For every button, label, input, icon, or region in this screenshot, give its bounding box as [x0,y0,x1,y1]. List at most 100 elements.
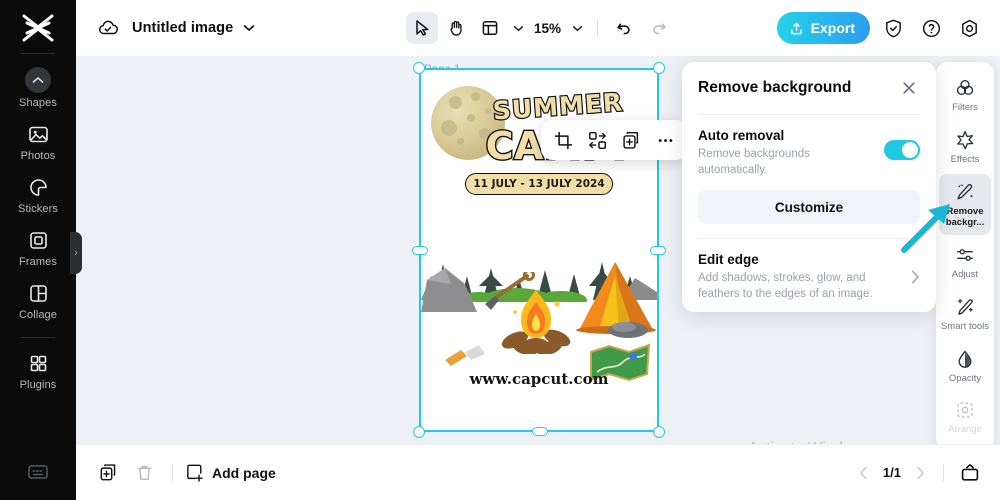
auto-removal-toggle[interactable] [884,140,920,160]
edit-edge-section[interactable]: Edit edge Add shadows, strokes, glow, an… [698,239,920,302]
toggle-knob [902,142,918,158]
sidebar-item-label: Smart tools [940,320,990,332]
upload-icon [789,21,804,36]
resize-handle-bottom-left[interactable] [413,426,425,438]
select-tool-button[interactable] [406,12,438,44]
layout-tool-button[interactable] [474,12,506,44]
auto-removal-description: Remove backgrounds automatically. [698,148,810,177]
auto-removal-title: Auto removal [698,128,785,143]
replace-icon[interactable] [581,124,613,156]
poster-date-badge: 11 JULY - 13 JULY 2024 [465,173,613,195]
sticker-icon [26,175,50,199]
panel-title: Remove background [698,79,852,96]
chevron-right-icon[interactable] [911,270,920,284]
resize-handle-middle-left[interactable] [412,246,428,255]
sidebar-item-adjust[interactable]: Adjust [939,237,991,287]
more-icon[interactable] [649,124,681,156]
layout-chevron-down-icon[interactable] [508,12,528,44]
auto-removal-section: Auto removal Remove backgrounds automati… [698,115,920,225]
export-button[interactable]: Export [776,12,870,44]
remove-background-icon [954,181,976,203]
sidebar-item-filters[interactable]: Filters [939,70,991,120]
panel-expand-tab[interactable]: › [70,232,82,274]
add-page-icon [185,463,204,482]
redo-button[interactable] [642,12,674,44]
bottom-left-group: Add page [92,457,276,489]
collage-icon [26,281,50,305]
undo-button[interactable] [608,12,640,44]
panel-header: Remove background [698,62,920,114]
capcut-logo[interactable] [20,13,56,43]
sidebar-item-label: Effects [950,153,980,165]
resize-handle-top-right[interactable] [653,62,665,74]
sidebar-item-smart-tools[interactable]: Smart tools [939,289,991,339]
sidebar-item-arrange[interactable]: Arrange [939,392,991,442]
crop-icon[interactable] [547,124,579,156]
duplicate-page-icon[interactable] [92,457,124,489]
add-page-button[interactable]: Add page [185,463,276,482]
sidebar-item-label: Collage [18,309,57,321]
plugins-icon [26,351,50,375]
sidebar-item-frames[interactable]: Frames [3,221,73,274]
customize-button[interactable]: Customize [698,190,920,225]
edit-edge-title: Edit edge [698,252,759,268]
filters-icon [954,77,976,99]
right-sidebar: Filters Effects Remove backgr... Adjust [936,62,994,450]
resize-handle-bottom-center[interactable] [532,427,548,436]
chevron-right-icon[interactable] [907,460,933,486]
bottom-divider [172,463,173,482]
effects-icon [954,129,976,151]
zoom-chevron-down-icon[interactable] [567,12,587,44]
opacity-icon [954,348,976,370]
settings-icon[interactable] [954,13,984,43]
toolbar-divider [597,19,599,37]
shield-check-icon[interactable] [878,13,908,43]
resize-handle-bottom-right[interactable] [653,426,665,438]
duplicate-icon[interactable] [615,124,647,156]
sidebar-item-shapes[interactable]: Shapes [3,60,73,115]
sidebar-divider-top [21,53,55,54]
cloud-check-icon[interactable] [96,16,120,40]
sidebar-item-label: Frames [19,256,57,268]
poster-website: www.capcut.com [469,370,609,388]
hand-tool-button[interactable] [440,12,472,44]
bottom-right-group: 1/1 [851,457,986,489]
top-toolbar: Untitled image 15% Export [76,0,1000,56]
sidebar-item-effects[interactable]: Effects [939,122,991,172]
fit-screen-icon[interactable] [954,457,986,489]
flashlight-graphic [445,345,485,366]
sidebar-item-label: Shapes [19,97,57,109]
zoom-level-value[interactable]: 15% [530,21,565,36]
close-icon[interactable] [898,77,920,99]
title-chevron-down-icon[interactable] [243,24,255,32]
trash-icon[interactable] [128,457,160,489]
resize-handle-middle-right[interactable] [650,246,666,255]
sidebar-item-remove-background[interactable]: Remove backgr... [939,173,991,235]
sidebar-item-collage[interactable]: Collage [3,274,73,327]
sidebar-item-photos[interactable]: Photos [3,115,73,168]
keyboard-icon[interactable] [26,460,50,484]
sidebar-item-plugins[interactable]: Plugins [3,344,73,397]
resize-handle-top-left[interactable] [413,62,425,74]
shovel-graphic [485,272,535,310]
sidebar-item-stickers[interactable]: Stickers [3,168,73,221]
arrange-icon [954,399,976,421]
chevron-left-icon[interactable] [851,460,877,486]
remove-background-panel: Remove background Auto removal Remove ba… [682,62,936,312]
bottom-right-divider [943,463,944,482]
sidebar-item-label: Adjust [951,268,979,280]
capcut-editor-window: Shapes Photos Stickers Frames Collage Pl… [0,0,1000,500]
topbar-right-group: Export [776,12,984,44]
left-sidebar: Shapes Photos Stickers Frames Collage Pl… [0,0,76,500]
chevron-right-icon: › [74,246,78,259]
sidebar-item-label: Filters [952,102,978,113]
sidebar-item-label: Remove backgr... [945,205,985,228]
object-floating-toolbar [541,120,687,160]
chevron-up-icon[interactable] [25,67,51,93]
sidebar-item-opacity[interactable]: Opacity [939,341,991,391]
edit-edge-description: Add shadows, strokes, glow, and feathers… [698,272,873,301]
canvas-tools-group: 15% [406,12,674,44]
help-icon[interactable] [916,13,946,43]
smart-tools-icon [954,296,976,318]
document-title[interactable]: Untitled image [132,20,233,36]
